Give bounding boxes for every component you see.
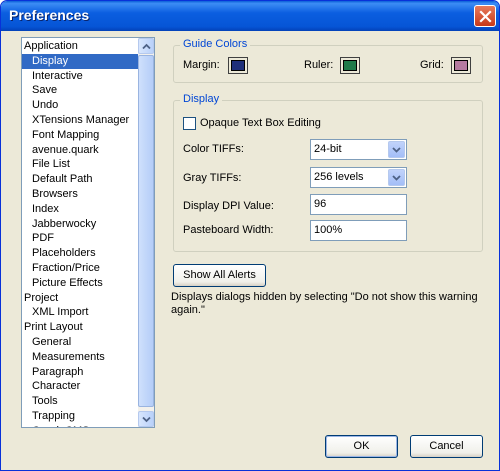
guide-colors-title: Guide Colors: [180, 38, 251, 50]
category-group-item[interactable]: Application: [22, 39, 138, 54]
margin-label: Margin:: [183, 59, 220, 71]
ok-button[interactable]: OK: [325, 435, 398, 458]
category-group-item[interactable]: Project: [22, 291, 138, 306]
cancel-button[interactable]: Cancel: [410, 435, 483, 458]
category-subitem[interactable]: XML Import: [22, 305, 138, 320]
title-bar[interactable]: Preferences: [1, 1, 499, 31]
pasteboard-value: 100%: [314, 224, 343, 236]
category-subitem[interactable]: PDF: [22, 231, 138, 246]
chevron-down-icon: [142, 416, 151, 423]
category-subitem[interactable]: Paragraph: [22, 365, 138, 380]
color-tiffs-label: Color TIFFs:: [183, 143, 244, 155]
preferences-dialog: Preferences Application Display Interactiv…: [0, 0, 500, 471]
gray-tiffs-dropdown-button[interactable]: [388, 169, 405, 186]
category-subitem[interactable]: Quark CMS: [22, 424, 138, 427]
category-subitem[interactable]: Character: [22, 379, 138, 394]
category-subitem[interactable]: Undo: [22, 98, 138, 113]
scroll-up-button[interactable]: [138, 38, 154, 54]
category-items: Application Display Interactive Save Undo XTe…: [22, 39, 138, 427]
category-scrollbar[interactable]: [138, 38, 154, 427]
close-button[interactable]: [474, 5, 496, 27]
gray-tiffs-label: Gray TIFFs:: [183, 172, 242, 184]
category-group-item[interactable]: Print Layout: [22, 320, 138, 335]
category-subitem[interactable]: Browsers: [22, 187, 138, 202]
chevron-down-icon: [392, 175, 401, 181]
category-subitem[interactable]: Picture Effects: [22, 276, 138, 291]
category-subitem[interactable]: Interactive: [22, 69, 138, 84]
gray-tiffs-select[interactable]: 256 levels: [310, 167, 407, 188]
pasteboard-label: Pasteboard Width:: [183, 224, 274, 236]
dpi-label: Display DPI Value:: [183, 200, 274, 212]
category-subitem[interactable]: Font Mapping: [22, 128, 138, 143]
color-tiffs-dropdown-button[interactable]: [388, 141, 405, 158]
scroll-thumb[interactable]: [138, 55, 154, 407]
category-subitem[interactable]: Default Path: [22, 172, 138, 187]
category-subitem[interactable]: Jabberwocky: [22, 217, 138, 232]
alerts-description: Displays dialogs hidden by selecting "Do…: [171, 291, 478, 316]
color-tiffs-select[interactable]: 24-bit: [310, 139, 407, 160]
category-subitem[interactable]: XTensions Manager: [22, 113, 138, 128]
chevron-up-icon: [142, 43, 151, 50]
dpi-input[interactable]: 96: [310, 194, 407, 215]
category-subitem[interactable]: Tools: [22, 394, 138, 409]
category-subitem[interactable]: Save: [22, 83, 138, 98]
category-subitem[interactable]: Placeholders: [22, 246, 138, 261]
scroll-down-button[interactable]: [138, 411, 154, 427]
category-subitem[interactable]: Display: [22, 53, 138, 69]
grid-label: Grid:: [420, 59, 444, 71]
color-tiffs-value: 24-bit: [314, 143, 342, 155]
display-title: Display: [180, 93, 223, 105]
chevron-down-icon: [392, 147, 401, 153]
category-subitem[interactable]: Measurements: [22, 350, 138, 365]
category-subitem[interactable]: General: [22, 335, 138, 350]
window-title: Preferences: [9, 7, 90, 23]
pasteboard-input[interactable]: 100%: [310, 220, 407, 241]
grid-color-swatch[interactable]: [451, 57, 471, 74]
ruler-label: Ruler:: [304, 59, 334, 71]
show-all-alerts-button[interactable]: Show All Alerts: [173, 264, 266, 287]
category-subitem[interactable]: Index: [22, 202, 138, 217]
ruler-color-swatch[interactable]: [340, 57, 360, 74]
opaque-text-box-label[interactable]: Opaque Text Box Editing: [200, 117, 321, 129]
gray-tiffs-value: 256 levels: [314, 171, 364, 183]
opaque-text-box-checkbox[interactable]: [183, 117, 196, 130]
category-subitem[interactable]: File List: [22, 157, 138, 172]
category-subitem[interactable]: Trapping: [22, 409, 138, 424]
margin-color-swatch[interactable]: [228, 57, 248, 74]
category-subitem[interactable]: avenue.quark: [22, 143, 138, 158]
category-list[interactable]: Application Display Interactive Save Undo XTe…: [21, 37, 155, 428]
category-subitem[interactable]: Fraction/Price: [22, 261, 138, 276]
close-icon: [479, 10, 492, 23]
dpi-value: 96: [314, 198, 327, 210]
